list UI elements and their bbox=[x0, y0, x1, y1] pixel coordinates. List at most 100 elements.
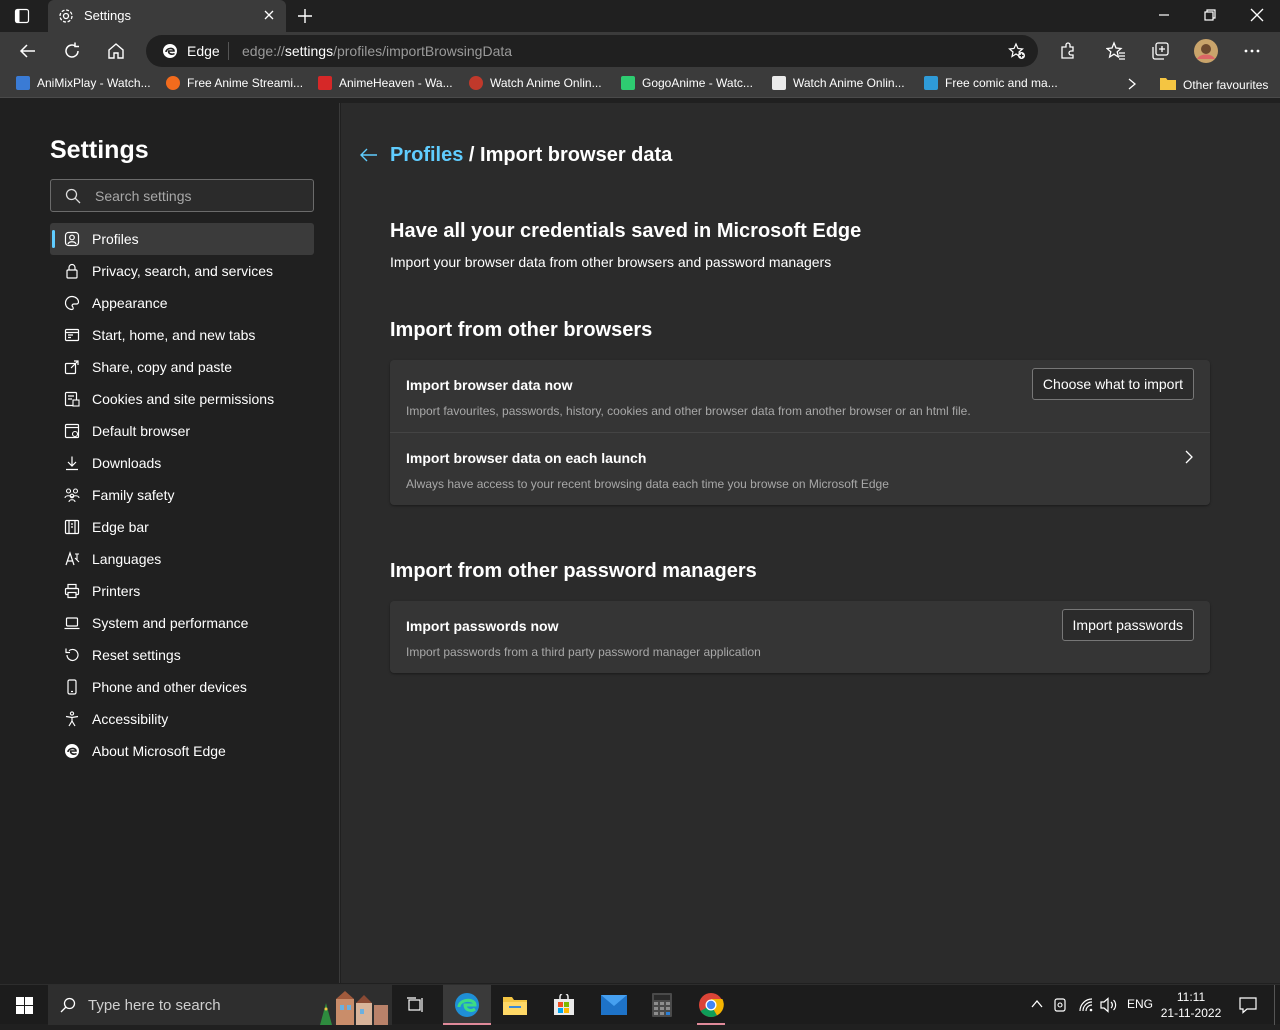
lock-icon bbox=[64, 263, 80, 279]
mail-icon bbox=[601, 995, 627, 1020]
show-desktop-divider[interactable] bbox=[1274, 985, 1275, 1025]
edge-bar-icon bbox=[64, 519, 80, 535]
close-tab-icon[interactable] bbox=[262, 8, 276, 27]
input-language-indicator[interactable]: ENG bbox=[1127, 997, 1153, 1011]
search-icon bbox=[60, 997, 76, 1018]
edge-logo-icon bbox=[162, 43, 178, 64]
search-icon bbox=[65, 188, 81, 209]
extensions-icon[interactable] bbox=[1058, 41, 1078, 66]
edge-logo-icon bbox=[64, 743, 80, 759]
sidebar-item-downloads[interactable]: Downloads bbox=[50, 447, 314, 479]
sidebar-item-default-browser[interactable]: Default browser bbox=[50, 415, 314, 447]
sidebar-item-phone-devices[interactable]: Phone and other devices bbox=[50, 671, 314, 703]
close-window-icon[interactable] bbox=[1250, 8, 1264, 27]
import-passwords-button[interactable]: Import passwords bbox=[1061, 609, 1194, 641]
breadcrumb: Profiles / Import browser data bbox=[390, 144, 672, 167]
import-passwords-row: Import passwords now Import passwords fr… bbox=[390, 601, 1210, 673]
windows-start-icon[interactable] bbox=[16, 997, 33, 1019]
minimize-icon[interactable] bbox=[1157, 8, 1171, 27]
favorite-item[interactable]: AnimeHeaven - Wa... bbox=[318, 76, 453, 90]
collections-icon[interactable] bbox=[1150, 41, 1170, 66]
hero-title: Have all your credentials saved in Micro… bbox=[390, 220, 862, 242]
site-favicon bbox=[621, 76, 635, 90]
clock-time: 11:11 bbox=[1176, 990, 1206, 1004]
favorites-icon[interactable] bbox=[1105, 41, 1126, 66]
taskbar-chrome[interactable] bbox=[687, 985, 735, 1025]
taskbar-microsoft-store[interactable] bbox=[540, 985, 588, 1025]
family-icon bbox=[64, 487, 80, 503]
favorite-item[interactable]: Free Anime Streami... bbox=[166, 76, 303, 90]
home-icon[interactable] bbox=[106, 41, 126, 66]
system-clock[interactable]: 11:11 21-11-2022 bbox=[1158, 989, 1224, 1021]
browser-icon bbox=[64, 423, 80, 439]
profile-avatar[interactable] bbox=[1194, 39, 1218, 68]
other-favourites-folder[interactable]: Other favourites bbox=[1160, 76, 1268, 93]
site-favicon bbox=[772, 76, 786, 90]
hero-subtitle: Import your browser data from other brow… bbox=[390, 254, 832, 270]
favorite-item[interactable]: Watch Anime Onlin... bbox=[469, 76, 602, 90]
taskbar-calculator[interactable] bbox=[638, 985, 686, 1025]
restore-icon[interactable] bbox=[1203, 8, 1217, 27]
phone-icon bbox=[64, 679, 80, 695]
add-favorite-icon[interactable] bbox=[1008, 42, 1026, 65]
task-view-icon bbox=[406, 996, 426, 1019]
chrome-icon bbox=[698, 992, 724, 1023]
sidebar-item-share-copy-paste[interactable]: Share, copy and paste bbox=[50, 351, 314, 383]
wifi-icon[interactable] bbox=[1078, 997, 1094, 1018]
volume-icon[interactable] bbox=[1100, 997, 1118, 1018]
url-text[interactable]: edge://settings/profiles/importBrowsingD… bbox=[242, 43, 512, 59]
favorite-item[interactable]: AniMixPlay - Watch... bbox=[16, 76, 151, 90]
import-on-launch-row[interactable]: Import browser data on each launch Alway… bbox=[390, 432, 1210, 504]
tab-actions-icon[interactable] bbox=[14, 8, 30, 29]
sidebar-item-languages[interactable]: Languages bbox=[50, 543, 314, 575]
printer-icon bbox=[64, 583, 80, 599]
calculator-icon bbox=[652, 993, 672, 1022]
favorite-item[interactable]: Watch Anime Onlin... bbox=[772, 76, 905, 90]
breadcrumb-current: / Import browser data bbox=[463, 144, 673, 166]
site-favicon bbox=[924, 76, 938, 90]
taskbar-file-explorer[interactable] bbox=[491, 985, 539, 1025]
notifications-icon[interactable] bbox=[1239, 996, 1257, 1019]
back-arrow-icon[interactable] bbox=[359, 147, 379, 168]
gear-icon bbox=[58, 8, 74, 29]
site-favicon bbox=[166, 76, 180, 90]
choose-what-to-import-button[interactable]: Choose what to import bbox=[1031, 368, 1194, 400]
sidebar-item-family-safety[interactable]: Family safety bbox=[50, 479, 314, 511]
title-bar: Settings bbox=[0, 0, 1280, 32]
refresh-icon[interactable] bbox=[62, 41, 82, 66]
sidebar-item-privacy[interactable]: Privacy, search, and services bbox=[50, 255, 314, 287]
sidebar-item-about-edge[interactable]: About Microsoft Edge bbox=[50, 735, 314, 767]
task-view-button[interactable] bbox=[392, 985, 440, 1025]
browser-tab-settings[interactable]: Settings bbox=[48, 0, 286, 32]
site-identity-label: Edge bbox=[187, 43, 220, 59]
sidebar-item-cookies[interactable]: Cookies and site permissions bbox=[50, 383, 314, 415]
taskbar-edge[interactable] bbox=[443, 985, 491, 1025]
chevron-right-icon[interactable] bbox=[1126, 77, 1138, 96]
search-settings-input[interactable] bbox=[95, 186, 295, 206]
back-icon[interactable] bbox=[18, 41, 38, 66]
section-title-password-managers: Import from other password managers bbox=[390, 560, 757, 582]
chevron-right-icon bbox=[1184, 450, 1194, 469]
sidebar-item-appearance[interactable]: Appearance bbox=[50, 287, 314, 319]
reset-icon bbox=[64, 647, 80, 663]
new-tab-icon[interactable] bbox=[296, 7, 314, 30]
favorite-item[interactable]: Free comic and ma... bbox=[924, 76, 1058, 90]
breadcrumb-link-profiles[interactable]: Profiles bbox=[390, 144, 463, 166]
more-options-icon[interactable] bbox=[1242, 41, 1262, 66]
sidebar-item-reset-settings[interactable]: Reset settings bbox=[50, 639, 314, 671]
sidebar-item-system-performance[interactable]: System and performance bbox=[50, 607, 314, 639]
search-settings-box[interactable] bbox=[50, 179, 314, 212]
show-hidden-icons-chevron-up-icon[interactable] bbox=[1030, 997, 1044, 1016]
sidebar-item-accessibility[interactable]: Accessibility bbox=[50, 703, 314, 735]
taskbar-search-box[interactable]: Type here to search bbox=[48, 985, 392, 1025]
home-tabs-icon bbox=[64, 327, 80, 343]
sidebar-item-printers[interactable]: Printers bbox=[50, 575, 314, 607]
profile-icon bbox=[64, 231, 80, 247]
taskbar-mail[interactable] bbox=[589, 985, 637, 1025]
meet-now-icon[interactable] bbox=[1054, 997, 1068, 1018]
sidebar-item-edge-bar[interactable]: Edge bar bbox=[50, 511, 314, 543]
favorite-item[interactable]: GogoAnime - Watc... bbox=[621, 76, 753, 90]
sidebar-item-profiles[interactable]: Profiles bbox=[50, 223, 314, 255]
sidebar-item-start-home-tabs[interactable]: Start, home, and new tabs bbox=[50, 319, 314, 351]
address-bar[interactable]: Edge edge://settings/profiles/importBrow… bbox=[146, 35, 1038, 67]
